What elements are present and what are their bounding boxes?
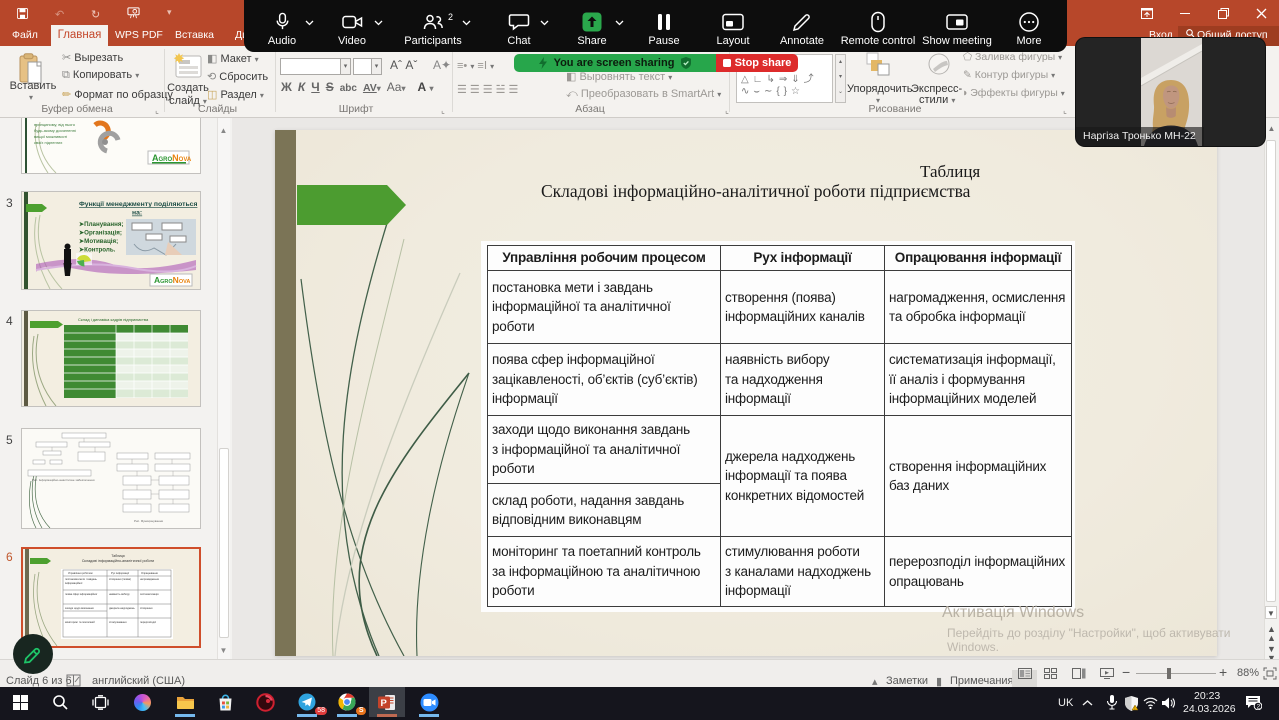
- svg-text:моніторинг та поетапний: моніторинг та поетапний: [65, 620, 95, 624]
- svg-text:➤Мотивація;: ➤Мотивація;: [79, 238, 118, 245]
- svg-text:постановка мети і завдань: постановка мети і завдань: [65, 577, 98, 581]
- svg-text:створення (поява): створення (поява): [109, 577, 131, 581]
- svg-text:Склад і динаміка кадрів підпри: Склад і динаміка кадрів підприємства: [78, 317, 149, 322]
- svg-text:нагромадження: нагромадження: [140, 578, 159, 581]
- svg-text:вищої можливості: вищої можливості: [34, 134, 67, 139]
- svg-text:Функції менеджменту поділяютьс: Функції менеджменту поділяються: [79, 200, 197, 208]
- svg-text:поява сфер інформаційної: поява сфер інформаційної: [65, 592, 97, 596]
- svg-text:будь-якому досягненні: будь-якому досягненні: [34, 128, 76, 133]
- svg-text:на:: на:: [132, 210, 142, 217]
- svg-text:джерела надходжень: джерела надходжень: [109, 607, 135, 610]
- svg-text:➤Планування;: ➤Планування;: [79, 221, 124, 228]
- svg-text:створення: створення: [140, 607, 153, 610]
- svg-text:Таблиця: Таблиця: [111, 554, 124, 558]
- svg-text:!: !: [1134, 706, 1135, 711]
- svg-text:Складові інформаційно-аналітич: Складові інформаційно-аналітичної роботи: [82, 559, 154, 563]
- svg-text:наявність вибору: наявність вибору: [109, 592, 130, 596]
- svg-text:своїх підлеглих: своїх підлеглих: [34, 140, 62, 145]
- svg-text:Рис. Функціонування: Рис. Функціонування: [134, 519, 163, 523]
- svg-text:Управління робочим: Управління робочим: [68, 571, 93, 575]
- svg-text:заходи щодо виконання: заходи щодо виконання: [65, 607, 94, 610]
- svg-text:перерозподіл: перерозподіл: [140, 620, 157, 624]
- svg-text:➤Організація;: ➤Організація;: [79, 230, 122, 237]
- svg-text:систематизація: систематизація: [140, 592, 159, 596]
- svg-text:стимулювання: стимулювання: [109, 621, 127, 624]
- svg-text:P: P: [381, 698, 388, 709]
- svg-text:інформаційної: інформаційної: [65, 581, 83, 585]
- svg-text:Опрацювання: Опрацювання: [141, 571, 158, 575]
- svg-text:Рис. Інформаційно-аналітичне з: Рис. Інформаційно-аналітичне забезпеченн…: [32, 478, 95, 482]
- svg-text:➤Контроль.: ➤Контроль.: [79, 247, 116, 254]
- svg-text:2: 2: [1257, 703, 1261, 710]
- svg-text:принципому, від нього: принципому, від нього: [34, 122, 76, 127]
- svg-text:Рух інформації: Рух інформації: [111, 571, 129, 575]
